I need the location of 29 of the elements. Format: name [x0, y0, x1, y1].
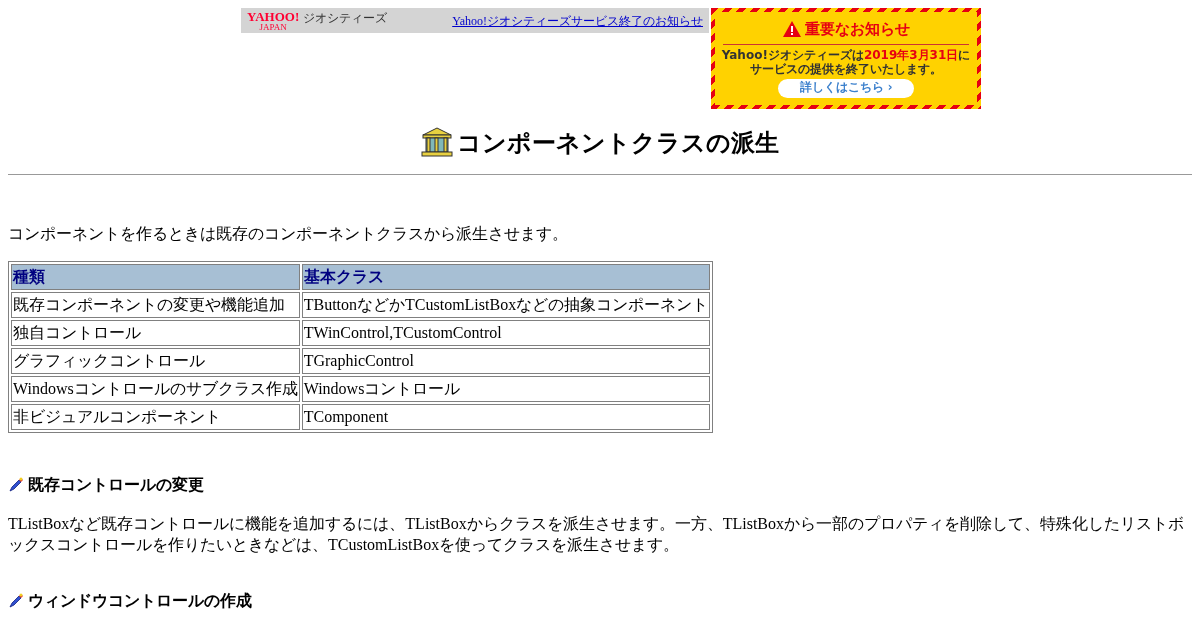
table-cell: TButtonなどかTCustomListBoxなどの抽象コンポーネント: [301, 292, 711, 318]
section-heading: 既存コントロールの変更: [28, 474, 204, 496]
table-cell: 独自コントロール: [11, 320, 300, 346]
notice-title: 重要なお知らせ: [804, 19, 910, 40]
column-header: 基本クラス: [301, 264, 711, 290]
table-cell: TComponent: [301, 404, 711, 430]
service-name: ジオシティーズ: [303, 10, 388, 27]
logo-subtext: JAPAN: [259, 23, 287, 32]
table-cell: TWinControl,TCustomControl: [301, 320, 711, 346]
details-button[interactable]: 詳しくはこちら ›: [778, 78, 914, 98]
pen-icon: [8, 593, 24, 609]
section-heading: ウィンドウコントロールの作成: [28, 590, 252, 612]
warning-icon: [782, 21, 801, 38]
table-cell: 非ビジュアルコンポーネント: [11, 404, 300, 430]
column-header: 種類: [11, 264, 300, 290]
page-title: コンポーネントクラスの派生: [457, 128, 779, 158]
table-cell: 既存コンポーネントの変更や機能追加: [11, 292, 300, 318]
intro-text: コンポーネントを作るときは既存のコンポーネントクラスから派生させます。: [8, 224, 569, 244]
table-cell: TGraphicControl: [301, 348, 711, 374]
pen-icon: [8, 477, 24, 493]
section-text: TListBoxなど既存コントロールに機能を追加するには、TListBoxからクラスを派生させます。一方、TListBoxから一部のプロパティを削除して、特殊化したリストボックスコントロールを作りたいときなどは、TCustomListBoxを使ってクラスを派生させます。: [8, 514, 1185, 555]
logo-text: YAHOO!: [247, 10, 300, 23]
notice-link[interactable]: Yahoo!ジオシティーズサービス終了のお知らせ: [452, 11, 703, 30]
temple-icon: [421, 126, 453, 158]
notice-text: Yahoo!ジオシティーズは2019年3月31日に: [721, 47, 971, 62]
table-cell: Windowsコントロールのサブクラス作成: [11, 376, 300, 402]
notice-text: サービスの提供を終了いたします。: [750, 61, 942, 76]
table-cell: Windowsコントロール: [301, 376, 711, 402]
table-cell: グラフィックコントロール: [11, 348, 300, 374]
